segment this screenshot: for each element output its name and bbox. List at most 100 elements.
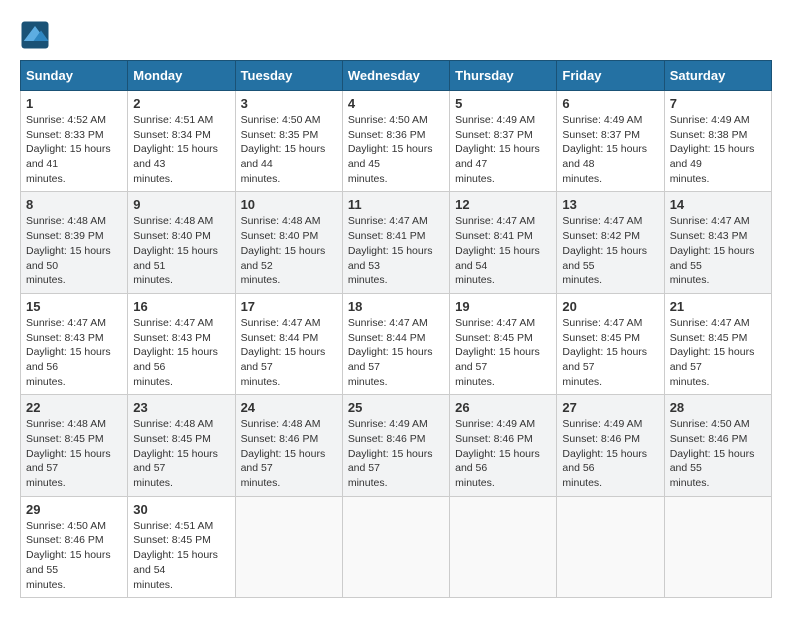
day-number: 23: [133, 400, 229, 415]
calendar-week-row: 15 Sunrise: 4:47 AMSunset: 8:43 PMDaylig…: [21, 293, 772, 394]
calendar-cell: [342, 496, 449, 597]
calendar-week-row: 8 Sunrise: 4:48 AMSunset: 8:39 PMDayligh…: [21, 192, 772, 293]
day-number: 14: [670, 197, 766, 212]
day-number: 16: [133, 299, 229, 314]
calendar-cell: 14 Sunrise: 4:47 AMSunset: 8:43 PMDaylig…: [664, 192, 771, 293]
day-info: Sunrise: 4:47 AMSunset: 8:45 PMDaylight:…: [455, 316, 551, 389]
day-info: Sunrise: 4:48 AMSunset: 8:39 PMDaylight:…: [26, 214, 122, 287]
day-number: 6: [562, 96, 658, 111]
day-info: Sunrise: 4:50 AMSunset: 8:46 PMDaylight:…: [670, 417, 766, 490]
calendar-cell: 26 Sunrise: 4:49 AMSunset: 8:46 PMDaylig…: [450, 395, 557, 496]
day-info: Sunrise: 4:47 AMSunset: 8:42 PMDaylight:…: [562, 214, 658, 287]
day-number: 7: [670, 96, 766, 111]
calendar-cell: 24 Sunrise: 4:48 AMSunset: 8:46 PMDaylig…: [235, 395, 342, 496]
calendar-week-row: 1 Sunrise: 4:52 AMSunset: 8:33 PMDayligh…: [21, 91, 772, 192]
calendar-cell: 7 Sunrise: 4:49 AMSunset: 8:38 PMDayligh…: [664, 91, 771, 192]
day-info: Sunrise: 4:49 AMSunset: 8:37 PMDaylight:…: [455, 113, 551, 186]
calendar-cell: 15 Sunrise: 4:47 AMSunset: 8:43 PMDaylig…: [21, 293, 128, 394]
calendar-cell: 22 Sunrise: 4:48 AMSunset: 8:45 PMDaylig…: [21, 395, 128, 496]
day-number: 4: [348, 96, 444, 111]
day-info: Sunrise: 4:47 AMSunset: 8:41 PMDaylight:…: [455, 214, 551, 287]
calendar-cell: [235, 496, 342, 597]
day-info: Sunrise: 4:48 AMSunset: 8:40 PMDaylight:…: [133, 214, 229, 287]
calendar-cell: 8 Sunrise: 4:48 AMSunset: 8:39 PMDayligh…: [21, 192, 128, 293]
day-info: Sunrise: 4:49 AMSunset: 8:46 PMDaylight:…: [348, 417, 444, 490]
day-number: 12: [455, 197, 551, 212]
page-header: [20, 20, 772, 50]
calendar-cell: 28 Sunrise: 4:50 AMSunset: 8:46 PMDaylig…: [664, 395, 771, 496]
day-info: Sunrise: 4:52 AMSunset: 8:33 PMDaylight:…: [26, 113, 122, 186]
calendar-cell: 19 Sunrise: 4:47 AMSunset: 8:45 PMDaylig…: [450, 293, 557, 394]
day-info: Sunrise: 4:50 AMSunset: 8:35 PMDaylight:…: [241, 113, 337, 186]
day-number: 30: [133, 502, 229, 517]
day-info: Sunrise: 4:47 AMSunset: 8:43 PMDaylight:…: [670, 214, 766, 287]
day-number: 21: [670, 299, 766, 314]
calendar-cell: [450, 496, 557, 597]
day-number: 25: [348, 400, 444, 415]
calendar-cell: 27 Sunrise: 4:49 AMSunset: 8:46 PMDaylig…: [557, 395, 664, 496]
day-info: Sunrise: 4:51 AMSunset: 8:45 PMDaylight:…: [133, 519, 229, 592]
calendar-cell: 16 Sunrise: 4:47 AMSunset: 8:43 PMDaylig…: [128, 293, 235, 394]
day-number: 19: [455, 299, 551, 314]
day-number: 18: [348, 299, 444, 314]
calendar-cell: 17 Sunrise: 4:47 AMSunset: 8:44 PMDaylig…: [235, 293, 342, 394]
calendar-week-row: 29 Sunrise: 4:50 AMSunset: 8:46 PMDaylig…: [21, 496, 772, 597]
calendar-cell: 2 Sunrise: 4:51 AMSunset: 8:34 PMDayligh…: [128, 91, 235, 192]
day-info: Sunrise: 4:47 AMSunset: 8:45 PMDaylight:…: [670, 316, 766, 389]
day-number: 27: [562, 400, 658, 415]
calendar-table: SundayMondayTuesdayWednesdayThursdayFrid…: [20, 60, 772, 598]
day-info: Sunrise: 4:49 AMSunset: 8:37 PMDaylight:…: [562, 113, 658, 186]
day-info: Sunrise: 4:50 AMSunset: 8:36 PMDaylight:…: [348, 113, 444, 186]
day-number: 17: [241, 299, 337, 314]
day-number: 13: [562, 197, 658, 212]
calendar-cell: [557, 496, 664, 597]
calendar-cell: 10 Sunrise: 4:48 AMSunset: 8:40 PMDaylig…: [235, 192, 342, 293]
day-number: 8: [26, 197, 122, 212]
calendar-cell: 18 Sunrise: 4:47 AMSunset: 8:44 PMDaylig…: [342, 293, 449, 394]
day-info: Sunrise: 4:49 AMSunset: 8:46 PMDaylight:…: [455, 417, 551, 490]
day-number: 3: [241, 96, 337, 111]
day-number: 1: [26, 96, 122, 111]
calendar-cell: 23 Sunrise: 4:48 AMSunset: 8:45 PMDaylig…: [128, 395, 235, 496]
column-header-saturday: Saturday: [664, 61, 771, 91]
day-info: Sunrise: 4:49 AMSunset: 8:38 PMDaylight:…: [670, 113, 766, 186]
day-info: Sunrise: 4:48 AMSunset: 8:45 PMDaylight:…: [26, 417, 122, 490]
day-number: 22: [26, 400, 122, 415]
day-number: 2: [133, 96, 229, 111]
calendar-cell: 6 Sunrise: 4:49 AMSunset: 8:37 PMDayligh…: [557, 91, 664, 192]
column-header-sunday: Sunday: [21, 61, 128, 91]
day-info: Sunrise: 4:49 AMSunset: 8:46 PMDaylight:…: [562, 417, 658, 490]
day-info: Sunrise: 4:51 AMSunset: 8:34 PMDaylight:…: [133, 113, 229, 186]
column-header-tuesday: Tuesday: [235, 61, 342, 91]
column-header-monday: Monday: [128, 61, 235, 91]
calendar-cell: 11 Sunrise: 4:47 AMSunset: 8:41 PMDaylig…: [342, 192, 449, 293]
calendar-cell: 25 Sunrise: 4:49 AMSunset: 8:46 PMDaylig…: [342, 395, 449, 496]
day-info: Sunrise: 4:47 AMSunset: 8:44 PMDaylight:…: [348, 316, 444, 389]
calendar-cell: 29 Sunrise: 4:50 AMSunset: 8:46 PMDaylig…: [21, 496, 128, 597]
day-info: Sunrise: 4:47 AMSunset: 8:43 PMDaylight:…: [26, 316, 122, 389]
day-number: 11: [348, 197, 444, 212]
calendar-cell: 9 Sunrise: 4:48 AMSunset: 8:40 PMDayligh…: [128, 192, 235, 293]
day-number: 9: [133, 197, 229, 212]
day-number: 26: [455, 400, 551, 415]
day-info: Sunrise: 4:47 AMSunset: 8:45 PMDaylight:…: [562, 316, 658, 389]
day-info: Sunrise: 4:48 AMSunset: 8:45 PMDaylight:…: [133, 417, 229, 490]
calendar-cell: 21 Sunrise: 4:47 AMSunset: 8:45 PMDaylig…: [664, 293, 771, 394]
column-header-thursday: Thursday: [450, 61, 557, 91]
day-number: 20: [562, 299, 658, 314]
day-number: 24: [241, 400, 337, 415]
logo-icon: [20, 20, 50, 50]
calendar-cell: 13 Sunrise: 4:47 AMSunset: 8:42 PMDaylig…: [557, 192, 664, 293]
calendar-cell: 30 Sunrise: 4:51 AMSunset: 8:45 PMDaylig…: [128, 496, 235, 597]
column-header-wednesday: Wednesday: [342, 61, 449, 91]
column-header-friday: Friday: [557, 61, 664, 91]
day-info: Sunrise: 4:47 AMSunset: 8:41 PMDaylight:…: [348, 214, 444, 287]
logo: [20, 20, 54, 50]
day-info: Sunrise: 4:47 AMSunset: 8:44 PMDaylight:…: [241, 316, 337, 389]
day-number: 15: [26, 299, 122, 314]
calendar-cell: 4 Sunrise: 4:50 AMSunset: 8:36 PMDayligh…: [342, 91, 449, 192]
day-info: Sunrise: 4:48 AMSunset: 8:46 PMDaylight:…: [241, 417, 337, 490]
calendar-cell: 20 Sunrise: 4:47 AMSunset: 8:45 PMDaylig…: [557, 293, 664, 394]
calendar-cell: 3 Sunrise: 4:50 AMSunset: 8:35 PMDayligh…: [235, 91, 342, 192]
calendar-cell: 5 Sunrise: 4:49 AMSunset: 8:37 PMDayligh…: [450, 91, 557, 192]
